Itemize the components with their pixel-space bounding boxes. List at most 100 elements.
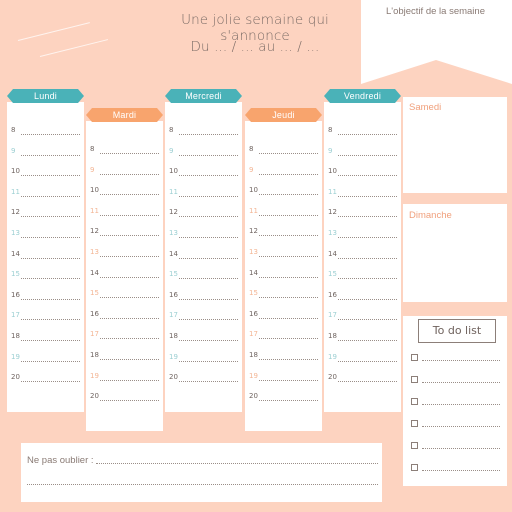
hour-slot[interactable]: 14 [86,263,163,283]
hour-slot[interactable]: 16 [245,304,322,324]
hour-slot[interactable]: 20 [245,386,322,406]
hour-slot[interactable]: 8 [86,139,163,159]
writing-line [21,340,80,341]
hour-slot[interactable]: 9 [245,160,322,180]
hour-slot[interactable]: 14 [165,244,242,264]
writing-line [259,214,318,216]
day-card-vendredi: 8 9 10 11 12 13 14 15 16 17 18 19 20 [324,102,401,412]
hour-slot[interactable]: 14 [7,244,84,264]
hour-slot[interactable]: 17 [324,305,401,325]
hour-slot[interactable]: 13 [7,223,84,243]
hour-slot[interactable]: 15 [86,283,163,303]
todo-checkbox[interactable] [411,442,418,449]
hour-slot[interactable]: 13 [245,242,322,262]
hour-slot[interactable]: 19 [324,347,401,367]
hour-slot[interactable]: 11 [324,182,401,202]
hour-slot[interactable]: 11 [165,182,242,202]
todo-item[interactable] [408,464,500,476]
hour-slot[interactable]: 20 [165,367,242,387]
hour-slot[interactable]: 10 [324,161,401,181]
hour-label: 12 [11,208,20,217]
hour-slot[interactable]: 9 [86,160,163,180]
hour-slot[interactable]: 14 [245,263,322,283]
hour-slot[interactable]: 13 [86,242,163,262]
todo-item[interactable] [408,420,500,432]
writing-line [259,276,318,278]
writing-line [179,237,238,238]
hour-slot[interactable]: 13 [165,223,242,243]
hour-slot[interactable]: 19 [86,366,163,386]
hour-slot[interactable]: 18 [165,326,242,346]
hour-slot[interactable]: 16 [324,285,401,305]
hour-slot[interactable]: 19 [7,347,84,367]
hour-slot[interactable]: 17 [86,324,163,344]
hour-slot[interactable]: 9 [7,141,84,161]
hour-slot[interactable]: 16 [86,304,163,324]
hour-slot[interactable]: 8 [324,120,401,140]
hour-label: 9 [90,165,95,174]
hour-slot[interactable]: 19 [165,347,242,367]
hour-slot[interactable]: 18 [86,345,163,365]
hour-slot[interactable]: 20 [86,386,163,406]
reminder-card[interactable] [21,443,382,502]
hour-slot[interactable]: 14 [324,244,401,264]
hour-slot[interactable]: 13 [324,223,401,243]
hour-label: 16 [169,290,178,299]
hour-slot[interactable]: 20 [7,367,84,387]
writing-line [21,237,80,238]
todo-item[interactable] [408,442,500,454]
hour-label: 10 [249,186,258,195]
hour-slot[interactable]: 9 [165,141,242,161]
hour-slot[interactable]: 20 [324,367,401,387]
hour-slot[interactable]: 12 [7,202,84,222]
hour-label: 15 [11,270,20,279]
todo-checkbox[interactable] [411,398,418,405]
hour-slot[interactable]: 16 [165,285,242,305]
hour-slot[interactable]: 18 [245,345,322,365]
hour-slot[interactable]: 17 [245,324,322,344]
hour-slot[interactable]: 15 [7,264,84,284]
hour-slot[interactable]: 10 [165,161,242,181]
hour-slot[interactable]: 8 [7,120,84,140]
todo-checkbox[interactable] [411,376,418,383]
hour-slot[interactable]: 18 [324,326,401,346]
todo-item[interactable] [408,398,500,410]
hour-slot[interactable]: 15 [324,264,401,284]
hour-label: 20 [328,373,337,382]
hour-slot[interactable]: 12 [165,202,242,222]
hour-slot[interactable]: 12 [245,221,322,241]
hour-slot[interactable]: 17 [7,305,84,325]
hour-slot[interactable]: 9 [324,141,401,161]
todo-checkbox[interactable] [411,464,418,471]
hour-slot[interactable]: 11 [7,182,84,202]
hour-slot[interactable]: 8 [245,139,322,159]
todo-item[interactable] [408,354,500,366]
hour-slot[interactable]: 10 [7,161,84,181]
hour-slot[interactable]: 15 [245,283,322,303]
hour-slot[interactable]: 10 [86,180,163,200]
hour-slot[interactable]: 10 [245,180,322,200]
hour-slot[interactable]: 15 [165,264,242,284]
objective-label[interactable]: L'objectif de la semaine [386,6,485,17]
hour-slot[interactable]: 12 [324,202,401,222]
hour-slot[interactable]: 17 [165,305,242,325]
hour-slot[interactable]: 19 [245,366,322,386]
day-card-jeudi: 8 9 10 11 12 13 14 15 16 17 18 19 20 [245,121,322,431]
hour-slot[interactable]: 18 [7,326,84,346]
hour-label: 12 [90,227,99,236]
todo-checkbox[interactable] [411,354,418,361]
writing-line [21,319,80,321]
hour-slot[interactable]: 11 [86,201,163,221]
hour-slot[interactable]: 11 [245,201,322,221]
writing-line [179,381,238,383]
hour-slot[interactable]: 12 [86,221,163,241]
hour-label: 12 [249,227,258,236]
writing-line [179,298,238,300]
writing-line [338,340,397,341]
hour-label: 12 [169,208,178,217]
todo-checkbox[interactable] [411,420,418,427]
hour-slot[interactable]: 8 [165,120,242,140]
todo-item[interactable] [408,376,500,388]
hour-label: 17 [11,311,20,320]
hour-slot[interactable]: 16 [7,285,84,305]
